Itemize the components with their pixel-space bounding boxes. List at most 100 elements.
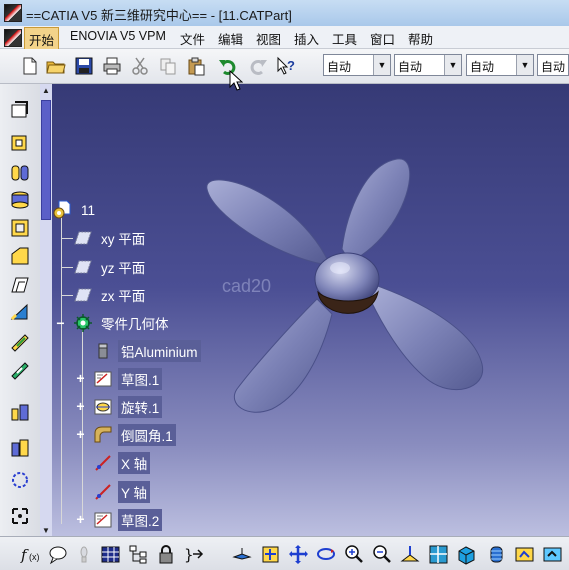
hole-icon[interactable] <box>8 188 32 212</box>
material-icon <box>92 340 114 362</box>
fit-all-icon[interactable] <box>258 542 282 566</box>
tree-item-y-axis[interactable]: Y 轴 <box>92 481 151 503</box>
menu-help[interactable]: 帮助 <box>408 29 433 48</box>
chevron-down-icon[interactable]: ▼ <box>373 55 390 75</box>
menu-window[interactable]: 窗口 <box>370 29 395 48</box>
whats-this-help-icon[interactable]: ? <box>274 54 298 78</box>
measure-icon[interactable] <box>8 504 32 528</box>
fly-mode-icon[interactable] <box>230 542 254 566</box>
tree-item-x-axis[interactable]: X 轴 <box>92 452 151 474</box>
tree-item-xy-plane[interactable]: xy 平面 <box>72 227 148 249</box>
expand-icon[interactable]: + <box>75 427 86 441</box>
multi-view-icon[interactable] <box>426 542 450 566</box>
menu-view[interactable]: 视图 <box>256 29 281 48</box>
mouse-cursor <box>229 70 243 91</box>
tree-item-fillet-1[interactable]: 倒圆角.1 <box>92 424 176 446</box>
hierarchy-icon[interactable] <box>126 542 150 566</box>
body-icon[interactable] <box>8 436 32 460</box>
combo-value: 自动 <box>470 60 495 74</box>
tree-item-label: 铝Aluminium <box>118 340 201 362</box>
tree-item-yz-plane[interactable]: yz 平面 <box>72 256 148 278</box>
tree-item-label: X 轴 <box>118 452 151 474</box>
rotate-icon[interactable] <box>314 542 338 566</box>
new-document-icon[interactable] <box>18 54 42 78</box>
3d-viewport[interactable]: cad20 11 xy 平面 yz 平面 zx 平面 − 零件几何体 铝Alum… <box>52 84 569 536</box>
expand-icon[interactable]: + <box>75 512 86 526</box>
plane-icon <box>72 284 94 306</box>
scroll-thumb[interactable] <box>41 100 51 220</box>
menu-insert[interactable]: 插入 <box>294 29 319 48</box>
watermark-text: cad20 <box>222 276 272 296</box>
scroll-down-icon[interactable]: ▼ <box>40 524 52 536</box>
comment-icon[interactable] <box>46 542 70 566</box>
menu-edit[interactable]: 编辑 <box>218 29 243 48</box>
table-icon[interactable] <box>98 542 122 566</box>
paste-icon[interactable] <box>184 54 208 78</box>
layer-combo[interactable]: 自动 <box>537 54 569 76</box>
blade-right <box>369 283 484 391</box>
linewidth-combo[interactable]: 自动 ▼ <box>394 54 462 76</box>
thickness-icon[interactable] <box>8 330 32 354</box>
linetype-combo[interactable]: 自动 ▼ <box>323 54 391 76</box>
tree-root[interactable]: 11 <box>52 199 98 221</box>
brace-arrow-icon[interactable]: } <box>182 542 206 566</box>
fillet-feature-icon <box>92 424 114 446</box>
scroll-up-icon[interactable]: ▲ <box>40 84 52 96</box>
zoom-out-icon[interactable] <box>370 542 394 566</box>
collapse-icon[interactable]: − <box>55 316 66 330</box>
title-bar: ==CATIA V5 新三维研究中心== - [11.CATPart] <box>0 0 569 27</box>
blade-upper-left <box>206 179 328 265</box>
iso-view-icon[interactable] <box>454 542 478 566</box>
constraint-icon[interactable] <box>8 468 32 492</box>
expand-icon[interactable]: + <box>75 399 86 413</box>
hide-show-icon[interactable] <box>512 542 536 566</box>
shaft-icon[interactable] <box>8 160 32 184</box>
boolean-icon[interactable] <box>8 400 32 424</box>
transform-icon[interactable] <box>8 358 32 382</box>
open-folder-icon[interactable] <box>44 54 68 78</box>
tree-item-material[interactable]: 铝Aluminium <box>92 340 201 362</box>
tree-item-sketch-1[interactable]: 草图.1 <box>92 368 163 390</box>
menu-tools[interactable]: 工具 <box>332 29 357 48</box>
blade-upper-right <box>341 158 411 263</box>
tree-item-revolve-1[interactable]: 旋转.1 <box>92 396 163 418</box>
formula-icon[interactable]: f (x) <box>18 542 42 566</box>
pocket-icon[interactable] <box>8 216 32 240</box>
tree-item-label: 旋转.1 <box>118 396 163 418</box>
chevron-down-icon[interactable]: ▼ <box>444 55 461 75</box>
swap-visible-space-icon[interactable] <box>540 542 564 566</box>
copy-icon[interactable] <box>156 54 180 78</box>
catia-app-icon[interactable] <box>4 4 22 22</box>
lock-icon[interactable] <box>154 542 178 566</box>
tree-item-label: 倒圆角.1 <box>118 424 176 446</box>
menu-file[interactable]: 文件 <box>180 29 205 48</box>
combo-value: 自动 <box>327 60 352 74</box>
tree-connector <box>82 329 83 519</box>
shell-icon[interactable] <box>8 300 32 324</box>
chevron-down-icon[interactable]: ▼ <box>516 55 533 75</box>
pan-icon[interactable] <box>286 542 310 566</box>
normal-view-icon[interactable] <box>398 542 422 566</box>
fillet-icon[interactable] <box>8 244 32 268</box>
tree-item-label: 草图.2 <box>118 509 163 531</box>
redo-icon[interactable] <box>246 54 270 78</box>
draft-icon[interactable] <box>8 272 32 296</box>
standard-toolbar: ? 自动 ▼ 自动 ▼ 自动 ▼ 自动 <box>0 49 569 84</box>
zoom-in-icon[interactable] <box>342 542 366 566</box>
part-document-icon <box>52 199 74 221</box>
tree-item-sketch-2[interactable]: 草图.2 <box>92 509 163 531</box>
point-style-combo[interactable]: 自动 ▼ <box>466 54 534 76</box>
shading-icon[interactable] <box>484 542 508 566</box>
tree-item-part-body[interactable]: 零件几何体 <box>72 312 172 334</box>
document-icon[interactable] <box>4 29 22 47</box>
menu-enovia[interactable]: ENOVIA V5 VPM <box>70 29 166 43</box>
expand-icon[interactable]: + <box>75 371 86 385</box>
tree-scrollbar[interactable]: ▲ ▼ <box>40 84 52 536</box>
print-icon[interactable] <box>100 54 124 78</box>
save-icon[interactable] <box>72 54 96 78</box>
sketcher-icon[interactable] <box>8 98 32 122</box>
pad-icon[interactable] <box>8 130 32 154</box>
tree-item-zx-plane[interactable]: zx 平面 <box>72 284 148 306</box>
cut-icon[interactable] <box>128 54 152 78</box>
bulb-icon[interactable] <box>72 542 96 566</box>
